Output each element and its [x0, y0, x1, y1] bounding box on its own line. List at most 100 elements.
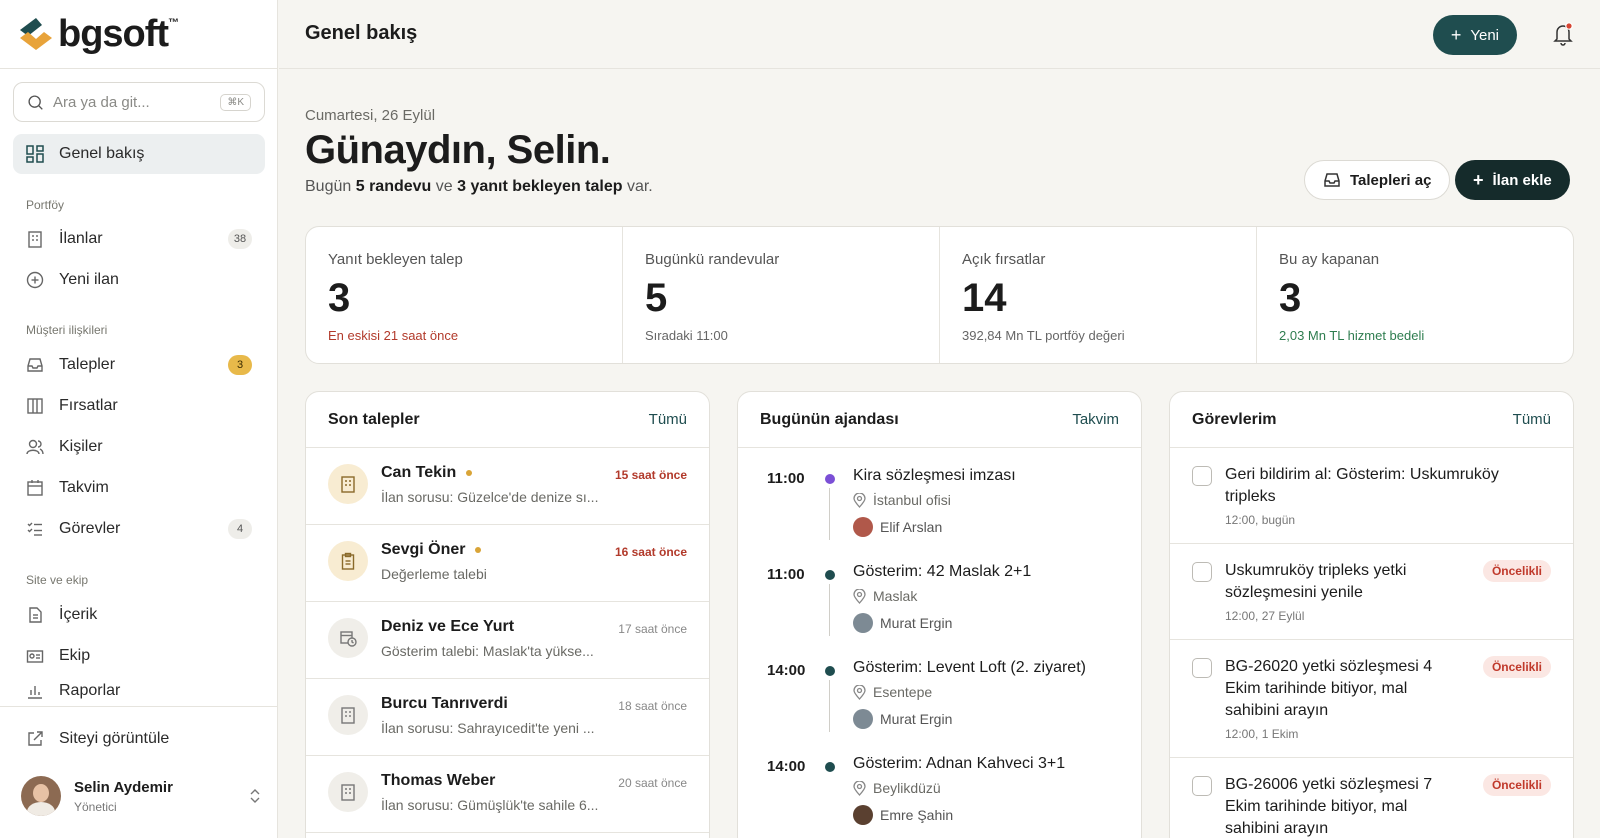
map-pin-icon	[853, 684, 866, 700]
checklist-icon	[27, 522, 42, 536]
task-item: Öncelikli BG-26020 yetki sözleşmesi 4 Ek…	[1170, 640, 1573, 758]
agenda-person: Murat Ergin	[880, 615, 953, 631]
id-card-icon	[26, 650, 44, 663]
avatar	[853, 805, 873, 825]
stat-label: Açık fırsatlar	[962, 251, 1046, 268]
summary-requests: 3 yanıt bekleyen talep	[457, 178, 623, 195]
task-checkbox[interactable]	[1192, 658, 1212, 678]
requester-name: Can Tekin	[381, 464, 457, 481]
chevron-up-down-icon	[250, 789, 260, 803]
card-title: Bugünün ajandası	[760, 410, 899, 428]
task-checkbox[interactable]	[1192, 466, 1212, 486]
user-menu[interactable]: Selin Aydemir Yönetici	[21, 776, 261, 816]
sidebar-item-overview[interactable]: Genel bakış	[13, 134, 265, 174]
stat-value: 3	[328, 276, 351, 320]
list-item[interactable]: Deniz ve Ece Yurt Gösterim talebi: Masla…	[306, 602, 709, 679]
add-listing-button[interactable]: + İlan ekle	[1455, 160, 1570, 200]
requests-count-badge: 3	[228, 355, 252, 375]
stat-value: 5	[645, 276, 668, 320]
list-item[interactable]: Burcu Tanrıverdi İlan sorusu: Sahrayıced…	[306, 679, 709, 756]
section-site-team: Site ve ekip	[26, 573, 89, 587]
sidebar-item-content[interactable]: İçerik	[13, 595, 265, 635]
agenda-line	[829, 584, 830, 636]
sidebar-item-contacts[interactable]: Kişiler	[13, 427, 265, 467]
list-item[interactable]: Sevgi Öner Değerleme talebi 16 saat önce	[306, 525, 709, 602]
stat-pending-requests[interactable]: Yanıt bekleyen talep 3 En eskisi 21 saat…	[306, 227, 623, 363]
calendar-icon	[27, 480, 43, 496]
stat-open-opportunities[interactable]: Açık fırsatlar 14 392,84 Mn TL portföy d…	[940, 227, 1257, 363]
open-requests-button[interactable]: Talepleri aç	[1304, 160, 1451, 200]
agenda-time: 11:00	[767, 566, 805, 583]
agenda-location: Beylikdüzü	[873, 780, 941, 796]
task-title[interactable]: Uskumruköy tripleks yetki sözleşmesini y…	[1225, 560, 1465, 604]
user-name: Selin Aydemir	[74, 778, 173, 796]
calendar-link[interactable]: Takvim	[1072, 411, 1119, 428]
external-link-icon	[28, 731, 43, 746]
request-time: 18 saat önce	[618, 699, 687, 713]
request-time: 16 saat önce	[614, 545, 687, 559]
task-title[interactable]: BG-26006 yetki sözleşmesi 7 Ekim tarihin…	[1225, 774, 1465, 838]
priority-badge: Öncelikli	[1482, 560, 1551, 582]
agenda-item[interactable]: 11:00 Kira sözleşmesi imzası İstanbul of…	[738, 448, 1141, 544]
task-title[interactable]: BG-26020 yetki sözleşmesi 4 Ekim tarihin…	[1225, 656, 1465, 722]
list-item[interactable]: Thomas Weber İlan sorusu: Gümüşlük'te sa…	[306, 756, 709, 833]
stat-label: Bugünkü randevular	[645, 251, 780, 268]
grid-icon	[26, 145, 44, 163]
sidebar-item-label: Talepler	[59, 356, 116, 373]
stat-note: 392,84 Mn TL portföy değeri	[962, 328, 1125, 343]
summary-text: var.	[622, 178, 653, 195]
sidebar-item-opportunities[interactable]: Fırsatlar	[13, 386, 265, 426]
priority-badge: Öncelikli	[1482, 774, 1551, 796]
task-title[interactable]: Geri bildirim al: Gösterim: Uskumruköy t…	[1225, 464, 1515, 508]
page-title: Genel bakış	[305, 22, 418, 44]
agenda-line	[829, 680, 830, 732]
task-due: 12:00, 1 Ekim	[1225, 727, 1299, 741]
unread-dot	[475, 547, 482, 553]
card-title: Son talepler	[328, 410, 420, 428]
agenda-location: İstanbul ofisi	[873, 492, 951, 508]
stat-appointments[interactable]: Bugünkü randevular 5 Sıradaki 11:00	[623, 227, 940, 363]
agenda-dot	[825, 570, 835, 580]
tasks-all-link[interactable]: Tümü	[1513, 411, 1551, 428]
brand-logo[interactable]: bgsoft ™	[0, 0, 277, 69]
agenda-item[interactable]: 11:00 Gösterim: 42 Maslak 2+1 Maslak Mur…	[738, 544, 1141, 640]
task-checkbox[interactable]	[1192, 776, 1212, 796]
summary-text: Bugün	[305, 178, 356, 195]
stat-closed-this-month[interactable]: Bu ay kapanan 3 2,03 Mn TL hizmet bedeli	[1257, 227, 1573, 363]
task-checkbox[interactable]	[1192, 562, 1212, 582]
notifications-button[interactable]	[1552, 22, 1574, 51]
listings-count-badge: 38	[228, 229, 252, 249]
summary-appointments: 5 randevu	[355, 178, 432, 195]
sidebar-item-new-listing[interactable]: Yeni ilan	[13, 260, 265, 300]
sidebar-item-team[interactable]: Ekip	[13, 636, 265, 676]
sidebar-item-listings[interactable]: İlanlar 38	[13, 219, 265, 259]
task-due: 12:00, 27 Eylül	[1225, 609, 1305, 623]
view-site-link[interactable]: Siteyi görüntüle	[13, 719, 265, 759]
sidebar-item-requests[interactable]: Talepler 3	[13, 345, 265, 385]
requests-all-link[interactable]: Tümü	[649, 411, 687, 428]
sidebar: bgsoft ™ Ara ya da git... ⌘K Genel bakış…	[0, 0, 278, 838]
my-tasks-card: Görevlerim Tümü Geri bildirim al: Göster…	[1169, 391, 1574, 838]
search-input[interactable]: Ara ya da git... ⌘K	[13, 82, 265, 122]
request-time: 20 saat önce	[618, 776, 687, 790]
new-button-label: Yeni	[1470, 26, 1499, 44]
task-item: Öncelikli BG-26006 yetki sözleşmesi 7 Ek…	[1170, 758, 1573, 838]
sidebar-item-calendar[interactable]: Takvim	[13, 468, 265, 508]
agenda-item[interactable]: 14:00 Gösterim: Levent Loft (2. ziyaret)…	[738, 640, 1141, 736]
list-item[interactable]: Can Tekin İlan sorusu: Güzelce'de denize…	[306, 448, 709, 525]
new-button[interactable]: + Yeni	[1432, 15, 1517, 55]
stat-value: 14	[962, 276, 1007, 320]
avatar	[853, 709, 873, 729]
calendar-clock-icon	[328, 618, 368, 658]
agenda-item[interactable]: 14:00 Gösterim: Adnan Kahveci 3+1 Beylik…	[738, 736, 1141, 832]
sidebar-item-reports[interactable]: Raporlar	[13, 677, 265, 705]
agenda-person: Elif Arslan	[880, 519, 943, 535]
map-pin-icon	[853, 492, 866, 508]
bar-chart-icon	[28, 686, 42, 699]
sidebar-item-tasks[interactable]: Görevler 4	[13, 509, 265, 549]
user-role: Yönetici	[74, 799, 117, 814]
columns-icon	[27, 398, 43, 414]
search-placeholder: Ara ya da git...	[53, 93, 150, 111]
sidebar-item-label: Takvim	[59, 479, 109, 496]
clipboard-icon	[328, 541, 368, 581]
